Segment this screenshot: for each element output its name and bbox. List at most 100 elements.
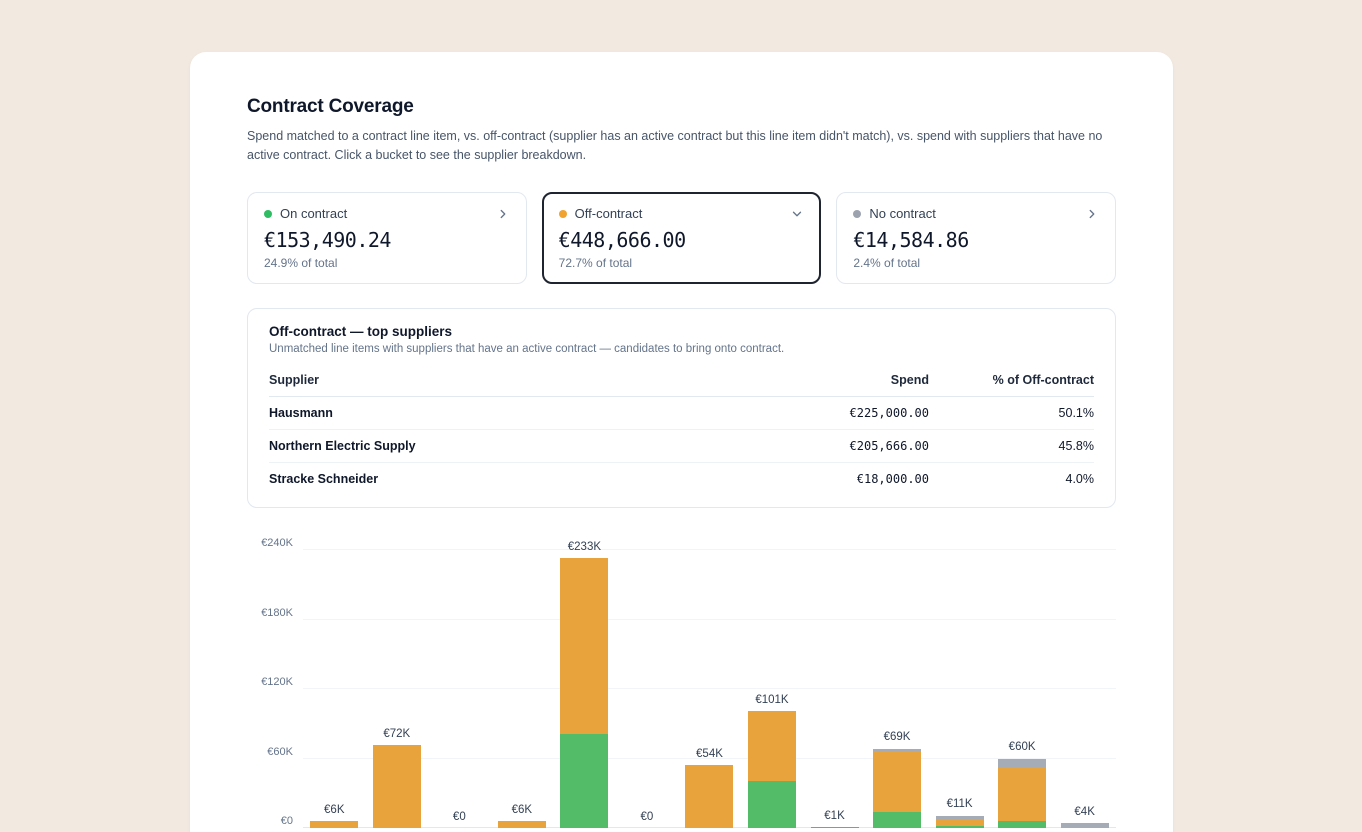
bucket-card-no-contract[interactable]: No contract €14,584.86 2.4% of total <box>836 192 1116 284</box>
stacked-bar[interactable] <box>998 759 1046 828</box>
chart-column: €0 <box>428 520 491 828</box>
bar-value-label: €0 <box>453 811 466 823</box>
supplier-table: Supplier Spend % of Off-contract Hausman… <box>269 367 1094 495</box>
stacked-bar[interactable] <box>373 745 421 828</box>
bar-segment-off-contract[interactable] <box>936 819 984 826</box>
y-axis-tick: €0 <box>247 815 293 827</box>
spend-cell: €205,666.00 <box>723 430 929 463</box>
supplier-cell: Stracke Schneider <box>269 463 723 496</box>
stacked-bar[interactable] <box>811 827 859 828</box>
pct-cell: 50.1% <box>929 397 1094 430</box>
bucket-amount: €153,490.24 <box>264 228 510 252</box>
column-header-pct: % of Off-contract <box>929 367 1094 397</box>
pct-cell: 4.0% <box>929 463 1094 496</box>
bar-value-label: €0 <box>641 811 654 823</box>
bucket-card-off-contract[interactable]: Off-contract €448,666.00 72.7% of total <box>542 192 822 284</box>
y-axis-tick: €240K <box>247 537 293 549</box>
bucket-share: 72.7% of total <box>559 256 805 270</box>
chart-column: €6K <box>303 520 366 828</box>
chart-column: €72K <box>366 520 429 828</box>
stacked-bar[interactable] <box>748 711 796 828</box>
chevron-down-icon <box>790 207 804 221</box>
bar-segment-off-contract[interactable] <box>498 821 546 828</box>
bar-segment-off-contract[interactable] <box>998 767 1046 821</box>
bucket-label: No contract <box>869 206 935 221</box>
chart-column: €54K <box>678 520 741 828</box>
bar-segment-no-contract[interactable] <box>998 759 1046 767</box>
bar-value-label: €6K <box>324 804 344 816</box>
bucket-card-on-contract[interactable]: On contract €153,490.24 24.9% of total <box>247 192 527 284</box>
bar-value-label: €4K <box>1074 806 1094 818</box>
bar-segment-on-contract[interactable] <box>873 812 921 828</box>
y-axis-tick: €180K <box>247 607 293 619</box>
bar-segment-on-contract[interactable] <box>936 826 984 828</box>
bucket-share: 24.9% of total <box>264 256 510 270</box>
table-row[interactable]: Hausmann€225,000.0050.1% <box>269 397 1094 430</box>
stacked-bar[interactable] <box>873 749 921 828</box>
chart-column: €11K <box>928 520 991 828</box>
breakdown-title: Off-contract — top suppliers <box>269 324 1094 339</box>
no-contract-dot-icon <box>853 210 861 218</box>
bar-value-label: €1K <box>824 810 844 822</box>
chevron-right-icon <box>1085 207 1099 221</box>
bar-segment-off-contract[interactable] <box>373 745 421 828</box>
supplier-cell: Hausmann <box>269 397 723 430</box>
chart-column: €4K <box>1053 520 1116 828</box>
y-axis-tick: €120K <box>247 676 293 688</box>
breakdown-subtitle: Unmatched line items with suppliers that… <box>269 343 1094 355</box>
table-row[interactable]: Northern Electric Supply€205,666.0045.8% <box>269 430 1094 463</box>
bar-segment-on-contract[interactable] <box>998 821 1046 828</box>
stacked-bar[interactable] <box>560 558 608 828</box>
pct-cell: 45.8% <box>929 430 1094 463</box>
bar-value-label: €101K <box>755 694 788 706</box>
bucket-share: 2.4% of total <box>853 256 1099 270</box>
column-header-spend: Spend <box>723 367 929 397</box>
chart-column: €6K <box>491 520 554 828</box>
chevron-right-icon <box>496 207 510 221</box>
bar-value-label: €72K <box>383 728 410 740</box>
stacked-bar[interactable] <box>498 821 546 828</box>
bucket-label: On contract <box>280 206 347 221</box>
bar-value-label: €69K <box>884 731 911 743</box>
spend-cell: €18,000.00 <box>723 463 929 496</box>
page-description: Spend matched to a contract line item, v… <box>247 127 1116 165</box>
stacked-bar[interactable] <box>1061 823 1109 828</box>
bar-segment-off-contract[interactable] <box>873 751 921 812</box>
bar-segment-on-contract[interactable] <box>811 827 859 828</box>
monthly-coverage-chart: €0 €60K €120K €180K €240K €6K €72K €0 €6K €233K €0… <box>247 520 1116 832</box>
bucket-cards: On contract €153,490.24 24.9% of total O… <box>247 192 1116 284</box>
table-header-row: Supplier Spend % of Off-contract <box>269 367 1094 397</box>
bucket-amount: €448,666.00 <box>559 228 805 252</box>
bar-segment-on-contract[interactable] <box>748 781 796 828</box>
off-contract-dot-icon <box>559 210 567 218</box>
bar-segment-off-contract[interactable] <box>560 558 608 734</box>
chart-column: €233K <box>553 520 616 828</box>
table-row[interactable]: Stracke Schneider€18,000.004.0% <box>269 463 1094 496</box>
chart-column: €60K <box>991 520 1054 828</box>
bar-value-label: €233K <box>568 541 601 553</box>
chart-column: €0 <box>616 520 679 828</box>
page-title: Contract Coverage <box>247 96 1116 118</box>
chart-column: €1K <box>803 520 866 828</box>
bar-segment-off-contract[interactable] <box>685 765 733 828</box>
chart-plot-area: €0€60K€120K€180K€240K€6K€72K€0€6K€233K€0… <box>303 520 1116 828</box>
stacked-bar[interactable] <box>936 816 984 828</box>
bucket-amount: €14,584.86 <box>853 228 1099 252</box>
y-axis-tick: €60K <box>247 746 293 758</box>
bar-value-label: €6K <box>512 804 532 816</box>
bar-segment-on-contract[interactable] <box>560 734 608 828</box>
contract-coverage-panel: Contract Coverage Spend matched to a con… <box>190 52 1173 832</box>
stacked-bar[interactable] <box>310 821 358 828</box>
bar-value-label: €54K <box>696 748 723 760</box>
bar-segment-no-contract[interactable] <box>1061 823 1109 828</box>
spend-cell: €225,000.00 <box>723 397 929 430</box>
stacked-bar[interactable] <box>685 765 733 828</box>
bar-value-label: €60K <box>1009 741 1036 753</box>
on-contract-dot-icon <box>264 210 272 218</box>
chart-column: €101K <box>741 520 804 828</box>
bar-segment-off-contract[interactable] <box>310 821 358 828</box>
bucket-label: Off-contract <box>575 206 643 221</box>
chart-column: €69K <box>866 520 929 828</box>
off-contract-breakdown-card: Off-contract — top suppliers Unmatched l… <box>247 308 1116 508</box>
bar-segment-off-contract[interactable] <box>748 711 796 781</box>
